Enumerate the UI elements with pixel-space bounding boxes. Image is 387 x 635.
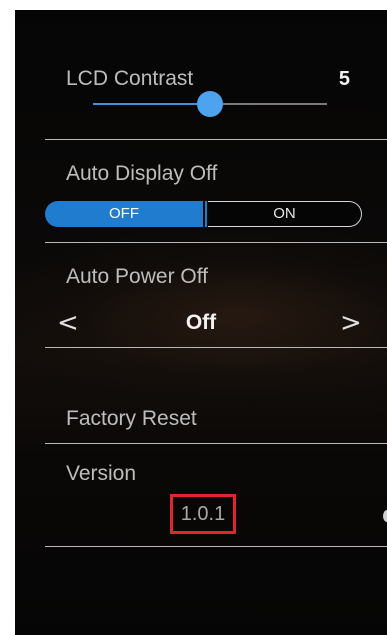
settings-screen: LCD Contrast 5 Auto Display Off OFF ON A…	[15, 10, 387, 635]
version-highlight-box	[170, 494, 236, 534]
page-indicator-dot	[383, 510, 387, 522]
auto-display-off-label: Auto Display Off	[66, 162, 218, 185]
factory-reset-item[interactable]: Factory Reset	[66, 407, 197, 431]
lcd-contrast-label: LCD Contrast	[66, 67, 194, 90]
slider-fill	[93, 103, 210, 105]
auto-power-off-label: Auto Power Off	[66, 265, 209, 288]
divider	[45, 546, 387, 547]
auto-display-off-toggle[interactable]: OFF ON	[45, 201, 363, 227]
toggle-option-off[interactable]: OFF	[45, 201, 203, 227]
divider	[45, 139, 387, 140]
lcd-contrast-value: 5	[338, 68, 350, 90]
toggle-separator	[205, 201, 207, 227]
divider	[45, 443, 387, 444]
divider	[45, 242, 387, 243]
toggle-option-on[interactable]: ON	[208, 201, 362, 227]
divider	[45, 347, 387, 348]
lcd-contrast-slider[interactable]	[93, 91, 327, 117]
version-label: Version	[66, 462, 137, 485]
slider-thumb[interactable]	[197, 91, 223, 117]
auto-power-off-value: Off	[185, 311, 217, 334]
next-arrow-icon[interactable]: >	[340, 310, 362, 336]
